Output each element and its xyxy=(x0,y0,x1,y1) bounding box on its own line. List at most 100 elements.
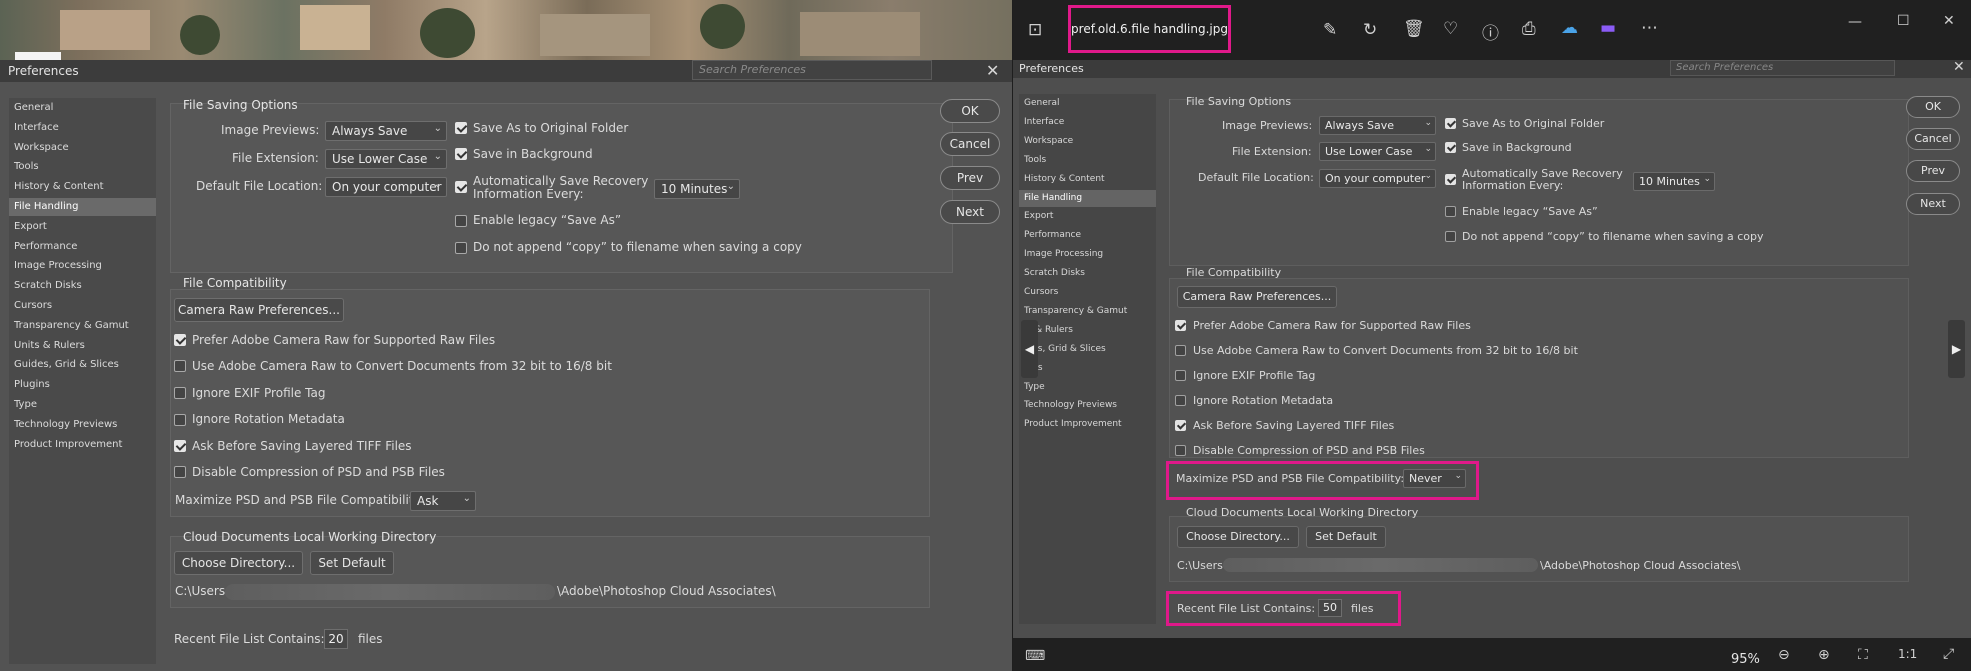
ok-button[interactable]: OK xyxy=(940,99,1000,123)
sidebar-item: Scratch Disks xyxy=(1024,268,1085,279)
previous-image-icon[interactable]: ◀ xyxy=(1021,320,1038,378)
sidebar-item[interactable]: Product Improvement xyxy=(9,436,156,454)
clipchamp-icon[interactable]: ▬ xyxy=(1600,18,1616,38)
file-extension-select[interactable]: Use Lower Case ⌄ xyxy=(325,149,447,169)
save-background-checkbox[interactable] xyxy=(455,148,467,160)
legacy-save-checkbox[interactable] xyxy=(455,215,467,227)
sidebar-item: General xyxy=(1024,98,1060,108)
sidebar-item[interactable]: Export xyxy=(9,218,156,236)
sidebar-item[interactable]: File Handling xyxy=(9,198,156,216)
maximize-icon[interactable]: ☐ xyxy=(1897,13,1910,29)
sidebar-item: Interface xyxy=(1024,116,1065,127)
save-original-label: Save As to Original Folder xyxy=(1462,117,1605,130)
sidebar-item: ides, Grid & Slices xyxy=(1024,343,1106,354)
disable-compression-label: Disable Compression of PSD and PSB Files xyxy=(192,465,445,479)
no-copy-checkbox[interactable] xyxy=(455,242,467,254)
favorite-icon[interactable]: ♡ xyxy=(1443,19,1458,39)
file-extension-label: File Extension: xyxy=(232,151,319,165)
ignore-rotation-checkbox[interactable] xyxy=(174,414,186,426)
cancel-button[interactable]: Cancel xyxy=(940,132,1000,156)
filmstrip-icon[interactable]: ⌨ xyxy=(1025,648,1045,664)
maximize-compat-label: Maximize PSD and PSB File Compatibility: xyxy=(1176,472,1405,485)
info-icon[interactable]: ⓘ xyxy=(1482,19,1499,44)
sidebar-item: Technology Previews xyxy=(1024,400,1117,411)
photos-viewer-window: ⊡ pref.old.6.file handling.jpg ✎ ↻ 🗑 ♡ ⓘ… xyxy=(1013,0,1971,671)
sidebar-item: File Handling xyxy=(1019,189,1156,207)
default-location-select[interactable]: On your computer ⌄ xyxy=(325,177,447,197)
print-icon[interactable]: ⎙ xyxy=(1522,19,1536,39)
sidebar-item[interactable]: Scratch Disks xyxy=(9,277,156,295)
sidebar-item[interactable]: History & Content Credentials xyxy=(9,178,156,210)
chevron-down-icon: ⌄ xyxy=(1424,171,1432,181)
sidebar-item[interactable]: Technology Previews xyxy=(9,416,156,434)
onedrive-icon[interactable]: ☁ xyxy=(1561,18,1578,38)
rotate-icon[interactable]: ↻ xyxy=(1363,20,1377,40)
image-previews-select[interactable]: Always Save ⌄ xyxy=(325,121,447,141)
prev-button[interactable]: Prev xyxy=(940,166,1000,190)
cloud-directory-title: Cloud Documents Local Working Directory xyxy=(183,530,437,544)
set-default-button[interactable]: Set Default xyxy=(310,551,394,575)
delete-icon[interactable]: 🗑 xyxy=(1403,19,1425,39)
cloud-path-prefix: C:\Users xyxy=(1177,559,1223,572)
disable-compression-checkbox[interactable] xyxy=(174,466,186,478)
sidebar-item[interactable]: Image Processing xyxy=(9,257,156,275)
zoom-out-icon[interactable]: ⊖ xyxy=(1778,647,1790,663)
recent-files-unit: files xyxy=(358,632,383,646)
zoom-in-icon[interactable]: ⊕ xyxy=(1818,647,1830,663)
chevron-down-icon: ⌄ xyxy=(1424,144,1432,154)
actual-size-icon[interactable]: 1:1 xyxy=(1898,647,1917,661)
use-acr-convert-checkbox[interactable] xyxy=(174,360,186,372)
sidebar-item: Transparency & Gamut xyxy=(1024,305,1128,316)
sidebar-item[interactable]: Transparency & Gamut xyxy=(9,317,156,335)
ignore-exif-checkbox[interactable] xyxy=(174,387,186,399)
sidebar-item[interactable]: Interface xyxy=(9,119,156,137)
sidebar-item: Performance xyxy=(1024,230,1082,241)
next-image-icon[interactable]: ▶ xyxy=(1948,320,1965,378)
ignore-rotation-checkbox xyxy=(1175,395,1186,406)
recent-files-input[interactable]: 20 xyxy=(324,629,348,649)
sidebar-item[interactable]: Units & Rulers xyxy=(9,337,156,355)
cloud-directory-title: Cloud Documents Local Working Directory xyxy=(1186,506,1419,519)
recent-files-label: Recent File List Contains: xyxy=(1177,602,1316,615)
save-background-label: Save in Background xyxy=(1462,141,1572,154)
cloud-path-suffix: \Adobe\Photoshop Cloud Associates\ xyxy=(557,584,776,598)
sidebar-item[interactable]: Performance xyxy=(9,238,156,256)
prefer-acr-checkbox[interactable] xyxy=(174,334,186,346)
use-acr-convert-checkbox xyxy=(1175,345,1186,356)
ignore-exif-checkbox xyxy=(1175,370,1186,381)
save-original-checkbox[interactable] xyxy=(455,122,467,134)
file-name-tab: pref.old.6.file handling.jpg xyxy=(1068,5,1231,53)
dialog-title: Preferences xyxy=(1019,62,1084,75)
auto-save-checkbox[interactable] xyxy=(455,181,467,193)
more-icon[interactable]: ⋯ xyxy=(1641,18,1658,38)
auto-save-label-line1: Automatically Save Recovery xyxy=(473,174,649,188)
ok-button: OK xyxy=(1906,96,1960,118)
sidebar-item[interactable]: Plugins xyxy=(9,376,156,394)
default-location-select: On your computer ⌄ xyxy=(1319,169,1436,188)
camera-raw-preferences-button[interactable]: Camera Raw Preferences... xyxy=(174,298,344,322)
maximize-compat-select[interactable]: Ask ⌄ xyxy=(410,491,476,511)
ask-tiff-checkbox[interactable] xyxy=(174,440,186,452)
sidebar-item[interactable]: Type xyxy=(9,396,156,414)
auto-save-interval-select[interactable]: 10 Minutes ⌄ xyxy=(654,179,740,199)
fullscreen-icon[interactable]: ⤢ xyxy=(1943,646,1954,662)
close-icon[interactable]: ✕ xyxy=(986,61,999,80)
fit-to-window-icon[interactable]: ⛶ xyxy=(1858,647,1868,663)
save-background-checkbox xyxy=(1445,142,1456,153)
prefer-acr-label: Prefer Adobe Camera Raw for Supported Ra… xyxy=(192,333,496,347)
sidebar-item[interactable]: Guides, Grid & Slices xyxy=(9,356,156,374)
next-button[interactable]: Next xyxy=(940,200,1000,224)
chevron-down-icon: ⌄ xyxy=(433,123,442,134)
minimize-icon[interactable]: — xyxy=(1848,14,1862,30)
sidebar-item: History & Content Credentials xyxy=(1024,173,1105,201)
search-preferences-input[interactable]: Search Preferences xyxy=(692,60,932,80)
edit-icon[interactable]: ✎ xyxy=(1323,20,1337,40)
choose-directory-button[interactable]: Choose Directory... xyxy=(174,551,303,575)
sidebar-item[interactable]: General xyxy=(9,99,156,117)
sidebar-item[interactable]: Tools xyxy=(9,158,156,176)
sidebar-item[interactable]: Cursors xyxy=(9,297,156,315)
window-close-icon[interactable]: ✕ xyxy=(1943,13,1955,29)
gallery-icon[interactable]: ⊡ xyxy=(1028,20,1042,40)
use-acr-convert-label: Use Adobe Camera Raw to Convert Document… xyxy=(192,359,612,373)
sidebar-item[interactable]: Workspace xyxy=(9,139,156,157)
